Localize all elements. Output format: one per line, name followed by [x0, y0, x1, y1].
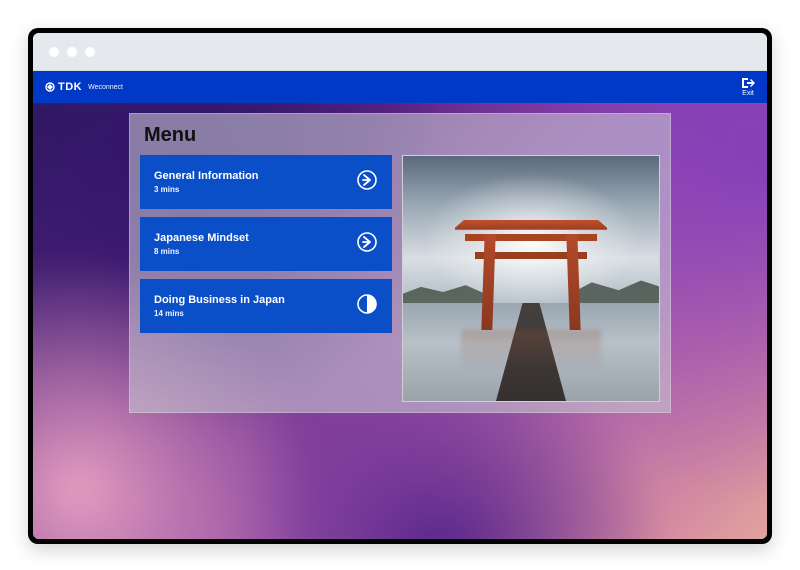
window-control-dot[interactable]: [67, 47, 77, 57]
app-body: Menu General Information 3 mins: [33, 103, 767, 539]
menu-item-title: Japanese Mindset: [154, 232, 249, 244]
torii-gate-illustration: [403, 156, 659, 401]
menu-list: General Information 3 mins: [140, 155, 392, 402]
window-control-dot[interactable]: [85, 47, 95, 57]
arrow-right-circle-icon: [356, 169, 378, 196]
half-circle-icon: [356, 293, 378, 320]
menu-title: Menu: [144, 124, 656, 147]
menu-card-body: General Information 3 mins: [130, 155, 670, 412]
menu-card: Menu General Information 3 mins: [129, 113, 671, 413]
menu-item-general-information[interactable]: General Information 3 mins: [140, 155, 392, 209]
brand-mark-icon: [45, 82, 55, 92]
brand-logo-text: TDK: [58, 81, 82, 93]
app-header: TDK Weconnect Exit: [33, 71, 767, 103]
browser-chrome: [33, 33, 767, 71]
brand-logo: TDK: [45, 81, 82, 93]
brand-subtext: Weconnect: [88, 84, 123, 91]
arrow-right-circle-icon: [356, 231, 378, 258]
menu-item-doing-business-in-japan[interactable]: Doing Business in Japan 14 mins: [140, 279, 392, 333]
window-control-dot[interactable]: [49, 47, 59, 57]
menu-card-header: Menu: [130, 114, 670, 155]
menu-item-duration: 14 mins: [154, 309, 285, 318]
menu-item-duration: 8 mins: [154, 247, 249, 256]
feature-image: [402, 155, 660, 402]
browser-window: TDK Weconnect Exit Menu: [33, 33, 767, 539]
exit-label: Exit: [742, 90, 754, 97]
exit-button[interactable]: Exit: [741, 77, 755, 97]
brand: TDK Weconnect: [45, 81, 123, 93]
menu-item-japanese-mindset[interactable]: Japanese Mindset 8 mins: [140, 217, 392, 271]
menu-item-title: General Information: [154, 170, 259, 182]
device-frame: TDK Weconnect Exit Menu: [28, 28, 772, 544]
exit-icon: [741, 77, 755, 89]
menu-item-title: Doing Business in Japan: [154, 294, 285, 306]
menu-item-duration: 3 mins: [154, 185, 259, 194]
